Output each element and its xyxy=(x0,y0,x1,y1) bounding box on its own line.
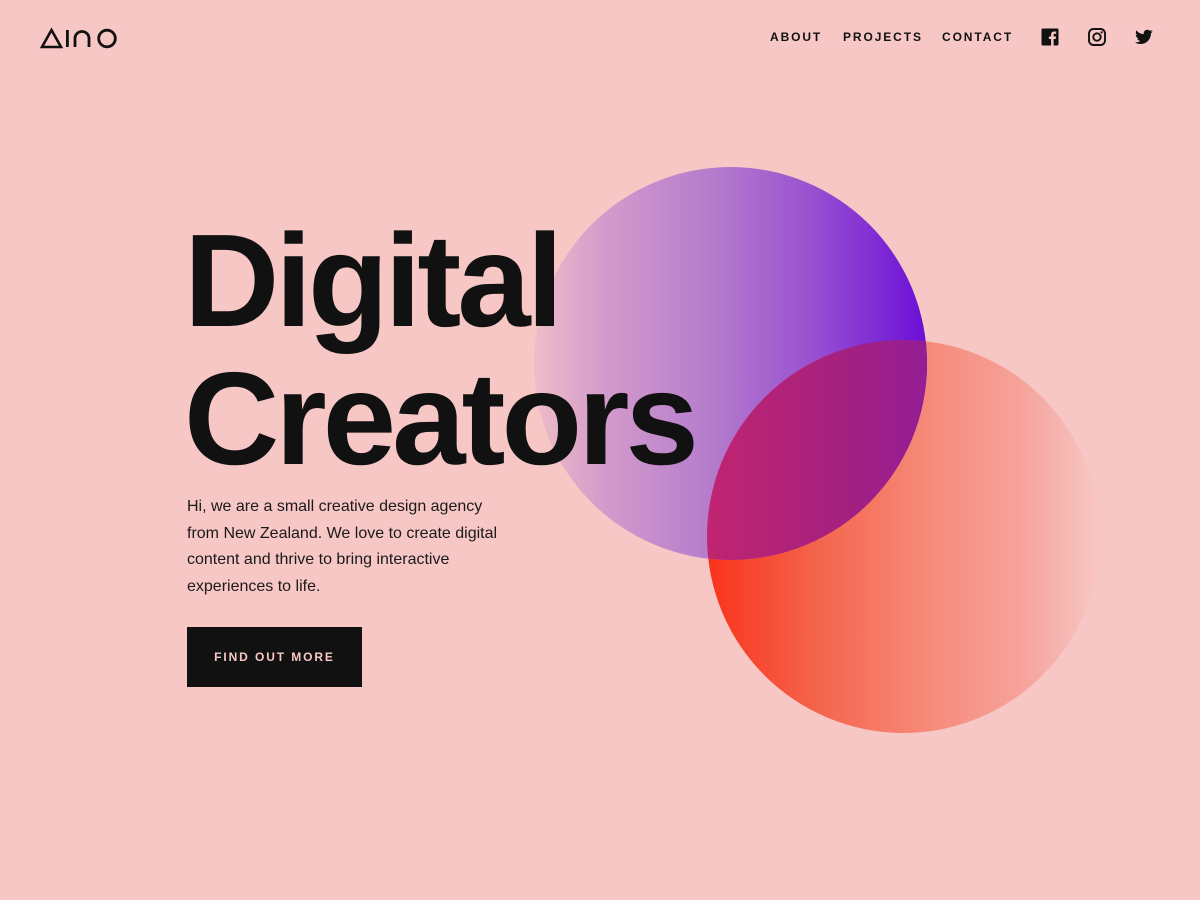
hero-title-line-1: Digital xyxy=(184,207,563,354)
nav-projects[interactable]: PROJECTS xyxy=(843,29,923,45)
twitter-icon[interactable] xyxy=(1134,27,1154,47)
nav-about[interactable]: ABOUT xyxy=(770,29,822,45)
hero-title: Digital Creators xyxy=(184,207,699,492)
instagram-icon[interactable] xyxy=(1087,27,1107,47)
nav-contact[interactable]: CONTACT xyxy=(942,29,1013,45)
hero-intro-text: Hi, we are a small creative design agenc… xyxy=(187,498,498,595)
logo-mark xyxy=(40,27,117,49)
find-out-more-button[interactable]: FIND OUT MORE xyxy=(187,627,362,687)
brand-logo[interactable] xyxy=(40,26,120,50)
hero-title-line-2: Creators xyxy=(184,345,699,492)
facebook-icon[interactable] xyxy=(1040,27,1060,47)
